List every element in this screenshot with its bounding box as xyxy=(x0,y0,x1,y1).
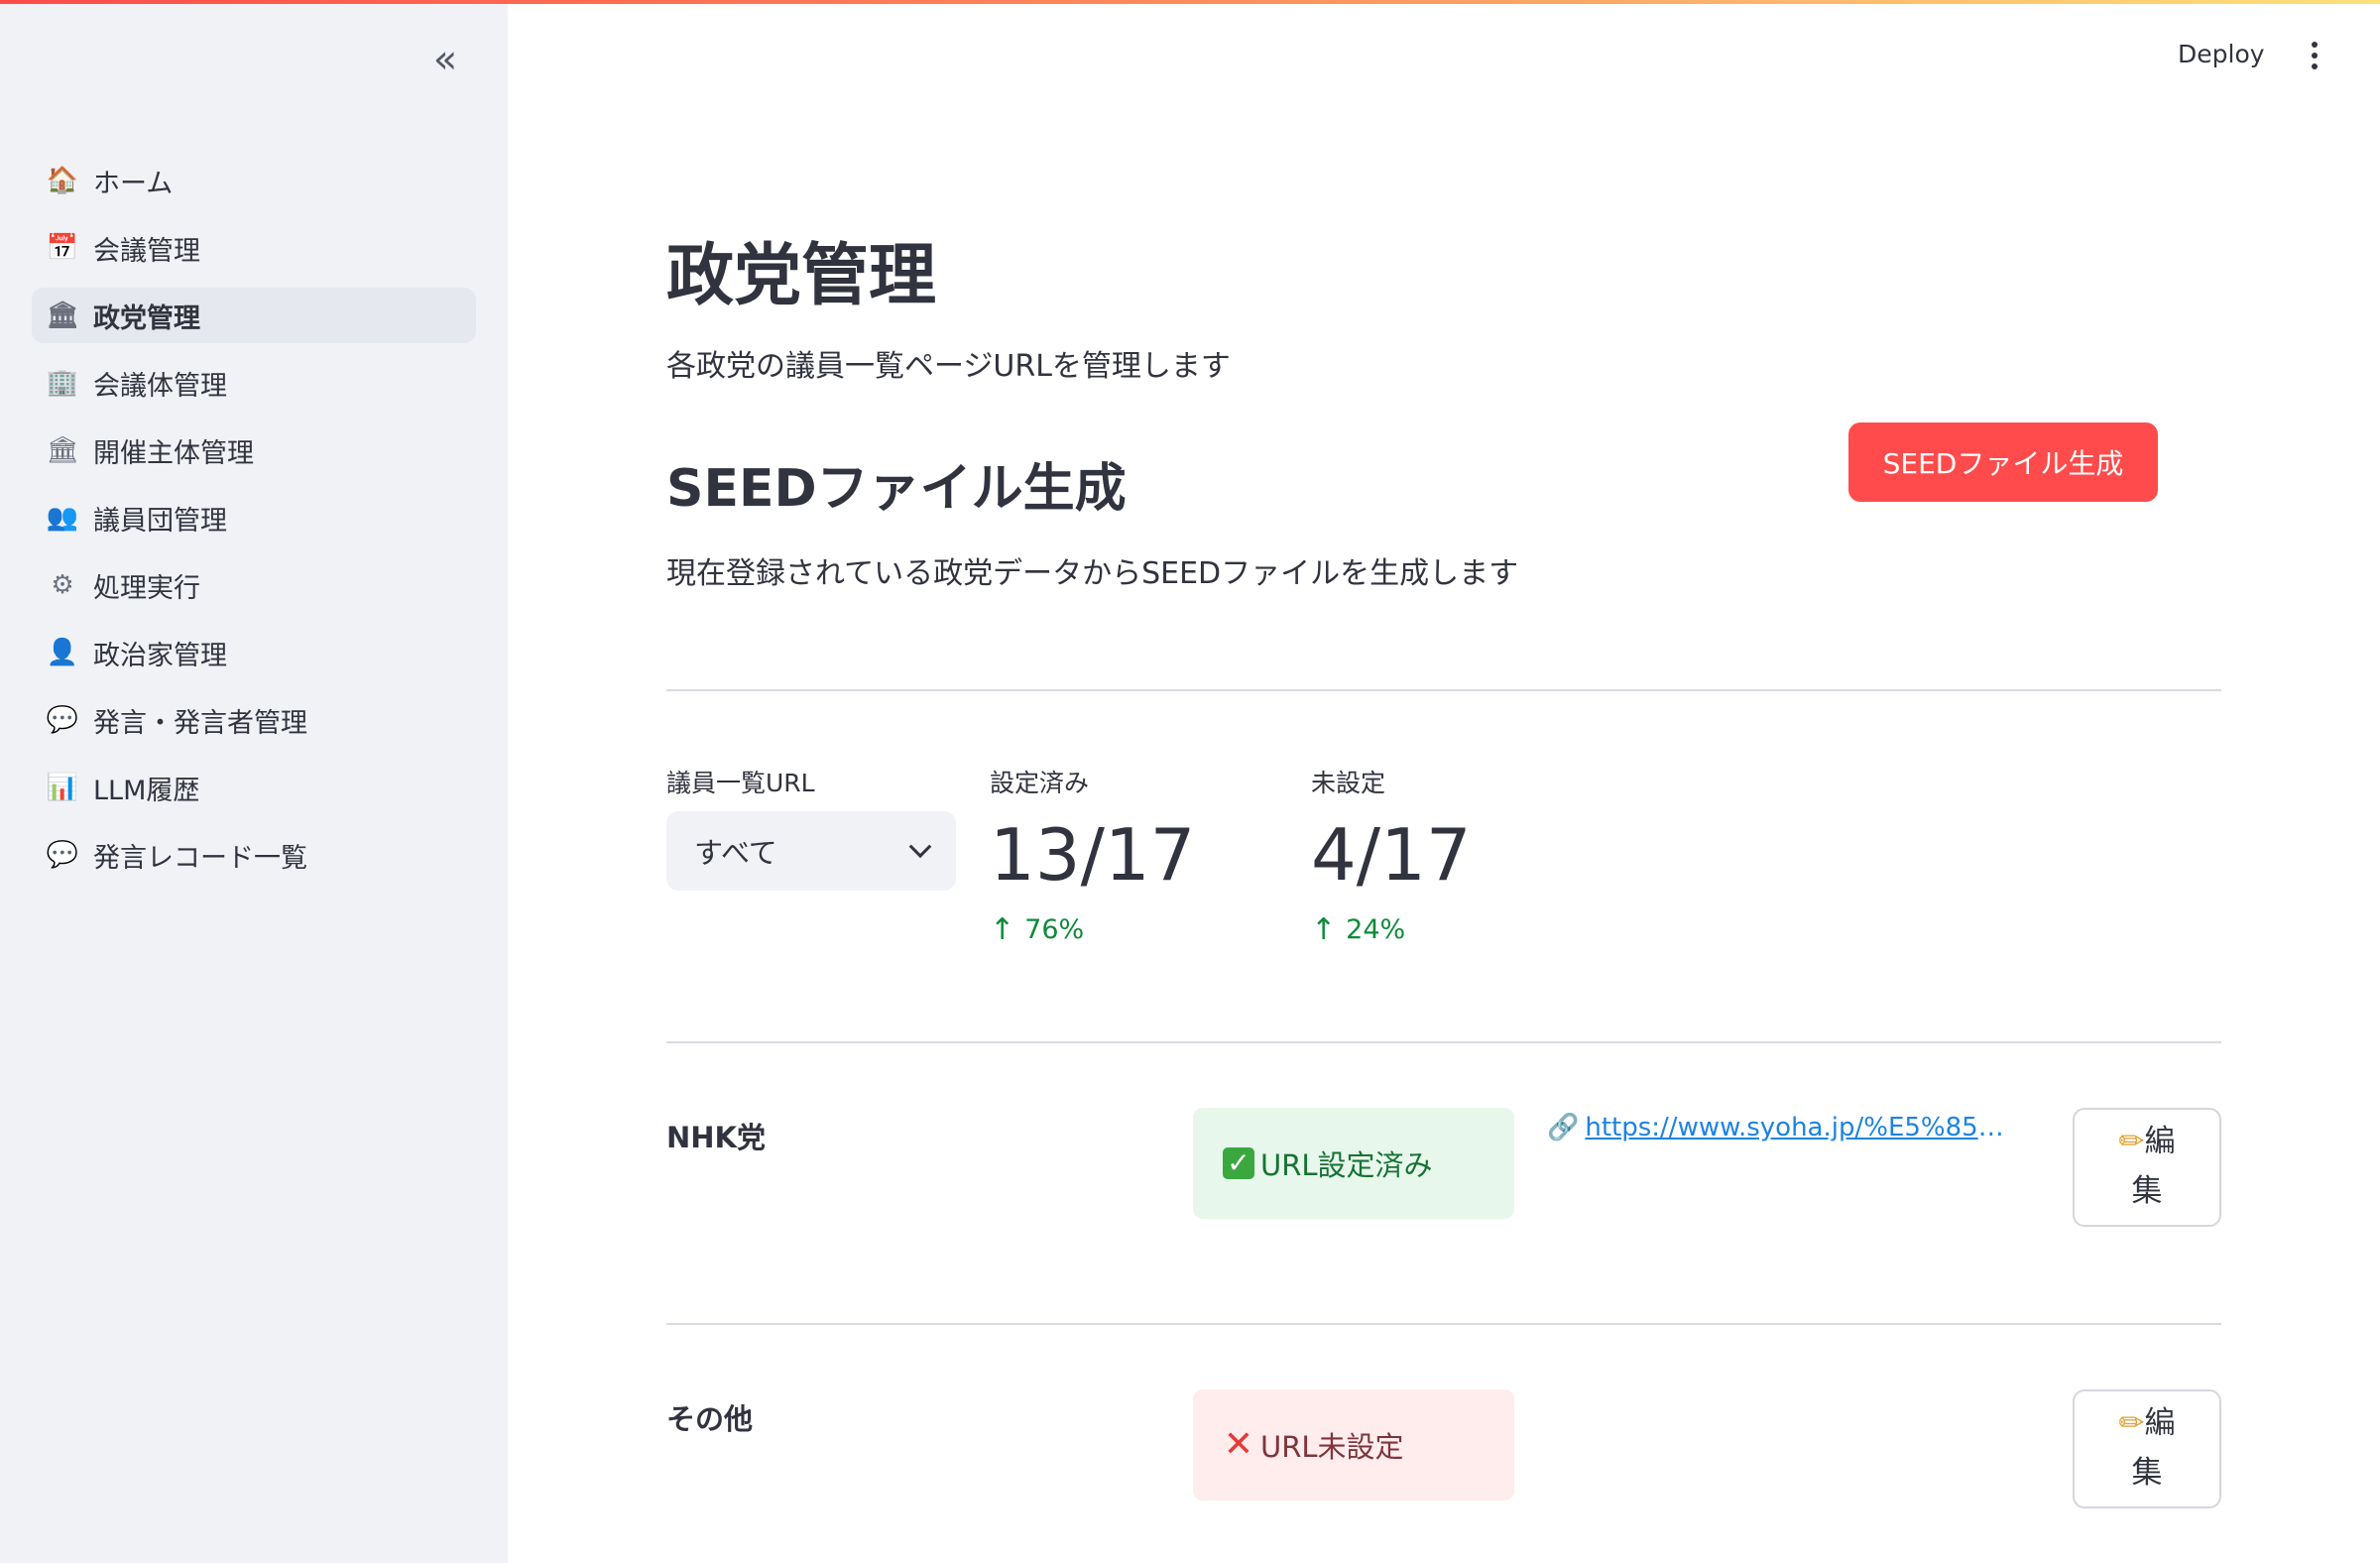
gear-icon: ⚙ xyxy=(51,570,74,600)
speech-bubble-icon: 💬 xyxy=(46,705,79,735)
metric-delta: ↑ 24% xyxy=(1311,912,1472,947)
status-badge: ✓ URL設定済み xyxy=(1193,1108,1514,1219)
edit-label: 編 xyxy=(2144,1405,2176,1442)
status-badge: ✕ URL未設定 xyxy=(1193,1389,1514,1501)
check-mark-icon: ✓ xyxy=(1223,1147,1254,1179)
seed-section-title: SEEDファイル生成 xyxy=(666,459,1127,519)
sidebar-item-label: 議員団管理 xyxy=(93,505,227,537)
edit-button[interactable]: ✏編 集 xyxy=(2073,1108,2221,1227)
sidebar-item-parliamentary-groups[interactable]: 👥 議員団管理 xyxy=(32,490,476,545)
metric-configured: 設定済み 13/17 ↑ 76% xyxy=(990,764,1196,947)
arrow-up-icon: ↑ xyxy=(1311,912,1337,947)
status-text: URL未設定 xyxy=(1260,1430,1404,1464)
party-name: NHK党 xyxy=(666,1121,767,1154)
party-url-text: https://www.syoha.jp/%E5%85%9A... xyxy=(1585,1113,2023,1142)
sidebar-item-label: 会議管理 xyxy=(93,235,200,267)
metric-delta-value: 76% xyxy=(1024,914,1085,945)
sidebar-item-label: 発言・発言者管理 xyxy=(93,707,307,739)
main-content: 政党管理 各政党の議員一覧ページURLを管理します SEEDファイル生成 SEE… xyxy=(666,0,2221,1563)
sidebar-item-speeches[interactable]: 💬 発言・発言者管理 xyxy=(32,692,476,748)
metric-value: 4/17 xyxy=(1311,813,1472,897)
divider xyxy=(666,1323,2221,1325)
sidebar-nav: 🏠 ホーム 📅 会議管理 🏛 政党管理 🏢 会議体管理 🏛 開催主体管理 👥 議… xyxy=(32,153,476,895)
sidebar-item-label: 処理実行 xyxy=(93,572,200,604)
edit-label: 編 xyxy=(2144,1124,2176,1160)
sidebar-item-label: 会議体管理 xyxy=(93,370,227,402)
calendar-icon: 📅 xyxy=(46,233,79,263)
pencil-icon: ✏ xyxy=(2118,1405,2145,1442)
sidebar-item-governing-bodies[interactable]: 🏛 開催主体管理 xyxy=(32,422,476,478)
pencil-icon: ✏ xyxy=(2118,1124,2145,1160)
sidebar-item-meetings[interactable]: 📅 会議管理 xyxy=(32,220,476,276)
metric-unconfigured: 未設定 4/17 ↑ 24% xyxy=(1311,764,1472,947)
sidebar: « 🏠 ホーム 📅 会議管理 🏛 政党管理 🏢 会議体管理 🏛 開催主体管理 👥… xyxy=(0,0,508,1563)
house-icon: 🏠 xyxy=(46,166,79,195)
bar-chart-icon: 📊 xyxy=(46,773,79,802)
url-filter-select[interactable]: すべて xyxy=(666,811,956,891)
sidebar-item-conferences[interactable]: 🏢 会議体管理 xyxy=(32,355,476,411)
edit-label: 集 xyxy=(2131,1455,2163,1491)
edit-button[interactable]: ✏編 集 xyxy=(2073,1389,2221,1508)
sidebar-item-parties[interactable]: 🏛 政党管理 xyxy=(32,288,476,343)
sidebar-item-label: 発言レコード一覧 xyxy=(93,842,307,874)
divider xyxy=(666,1041,2221,1043)
sidebar-item-home[interactable]: 🏠 ホーム xyxy=(32,153,476,208)
classical-building-icon: 🏛 xyxy=(46,301,79,330)
sidebar-item-politicians[interactable]: 👤 政治家管理 xyxy=(32,625,476,680)
party-url-link[interactable]: 🔗 https://www.syoha.jp/%E5%85%9A... xyxy=(1547,1113,2023,1142)
top-decoration-bar xyxy=(0,0,2380,4)
person-icon: 👤 xyxy=(46,638,79,667)
edit-label: 集 xyxy=(2131,1173,2163,1209)
collapse-sidebar-icon[interactable]: « xyxy=(424,40,466,79)
page-description: 各政党の議員一覧ページURLを管理します xyxy=(666,349,1231,384)
metric-label: 未設定 xyxy=(1311,769,1386,797)
url-filter-label: 議員一覧URL xyxy=(666,769,815,797)
classical-building-icon: 🏛 xyxy=(46,435,79,465)
metric-delta-value: 24% xyxy=(1346,914,1406,945)
divider xyxy=(666,689,2221,691)
arrow-up-icon: ↑ xyxy=(990,912,1015,947)
chevron-down-icon xyxy=(908,835,932,859)
people-icon: 👥 xyxy=(46,503,79,533)
more-options-icon[interactable] xyxy=(2303,36,2326,75)
metric-delta: ↑ 76% xyxy=(990,912,1196,947)
sidebar-item-processing[interactable]: ⚙ 処理実行 xyxy=(32,557,476,613)
cross-mark-icon: ✕ xyxy=(1223,1424,1254,1465)
seed-description: 現在登録されている政党データからSEEDファイルを生成します xyxy=(666,556,1519,591)
sidebar-item-speech-records[interactable]: 💬 発言レコード一覧 xyxy=(32,827,476,883)
page-title: 政党管理 xyxy=(666,237,937,315)
sidebar-item-label: ホーム xyxy=(93,168,174,199)
status-text: URL設定済み xyxy=(1260,1148,1433,1182)
generate-seed-button[interactable]: SEEDファイル生成 xyxy=(1848,422,2158,502)
sidebar-item-label: 政党管理 xyxy=(93,302,200,334)
sidebar-item-label: 開催主体管理 xyxy=(93,437,254,469)
sidebar-item-label: 政治家管理 xyxy=(93,640,227,671)
party-name: その他 xyxy=(666,1402,754,1436)
sidebar-item-label: LLM履歴 xyxy=(93,775,200,806)
metric-value: 13/17 xyxy=(990,813,1196,897)
sidebar-item-llm-history[interactable]: 📊 LLM履歴 xyxy=(32,760,476,815)
link-icon: 🔗 xyxy=(1547,1113,1580,1142)
speech-bubble-icon: 💬 xyxy=(46,840,79,870)
url-filter-value: すべて xyxy=(694,836,777,870)
office-building-icon: 🏢 xyxy=(46,368,79,398)
metric-label: 設定済み xyxy=(990,769,1090,797)
